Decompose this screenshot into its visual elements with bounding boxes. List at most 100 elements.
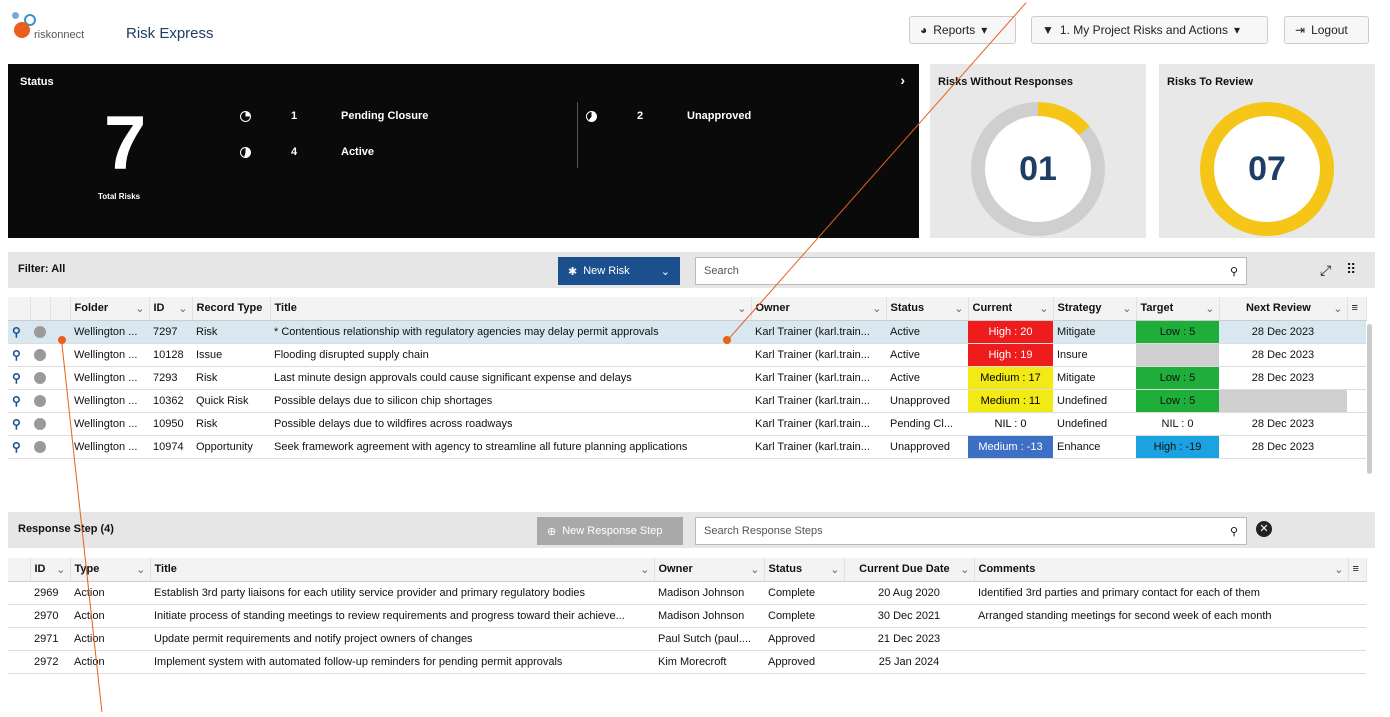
runner-icon[interactable]: ⚲ <box>8 343 30 367</box>
view-filter-button[interactable]: ▼ 1. My Project Risks and Actions ▾ <box>1031 16 1268 44</box>
cell-folder: Wellington ... <box>70 343 149 367</box>
col-title[interactable]: Title ⌄ <box>150 558 655 582</box>
risk-table-scrollbar[interactable] <box>1367 324 1372 474</box>
cell-folder: Wellington ... <box>70 366 149 390</box>
risks-without-responses-card[interactable]: Risks Without Responses 01 <box>930 64 1146 238</box>
grid-icon[interactable]: ⠿ <box>1346 261 1356 278</box>
table-row[interactable]: ⚲ Wellington ... 7297 Risk * Contentious rel… <box>8 320 1366 344</box>
comment-icon[interactable] <box>30 389 50 413</box>
cell-current: Medium : 17 <box>968 366 1053 390</box>
cell-empty <box>1348 604 1366 628</box>
table-row[interactable]: ⚲ Wellington ... 10128 Issue Flooding disrup… <box>8 343 1366 367</box>
cell-id: 10362 <box>149 389 192 413</box>
col-current[interactable]: Current ⌄ <box>968 297 1054 321</box>
cell-id: 10128 <box>149 343 192 367</box>
cell-title: Update permit requirements and notify pr… <box>150 627 654 651</box>
logout-button[interactable]: ⇥ Logout <box>1284 16 1369 44</box>
cell-title: Implement system with automated follow-u… <box>150 650 654 674</box>
table-row[interactable]: ⚲ Wellington ... 10974 Opportunity Seek fram… <box>8 435 1366 459</box>
filter-label: Filter: All <box>18 263 66 275</box>
risk-table-header: Folder ⌄ ID ⌄ Record Type Title ⌄ Owner ⌄ St… <box>8 297 1367 321</box>
column-menu-icon[interactable]: ≡ <box>1348 558 1367 582</box>
status-item-active[interactable]: 4 Active <box>240 142 374 162</box>
new-response-step-button[interactable]: ⊕ New Response Step <box>537 517 683 545</box>
comment-icon[interactable] <box>30 435 50 459</box>
col-strategy[interactable]: Strategy ⌄ <box>1053 297 1137 321</box>
cell-status: Unapproved <box>886 435 968 459</box>
search-icon: ⚲ <box>1229 525 1238 538</box>
col-folder[interactable]: Folder ⌄ <box>70 297 150 321</box>
caret-down-icon: ▾ <box>1233 23 1240 37</box>
table-row[interactable]: 2969ActionEstablish 3rd party liaisons f… <box>8 581 1366 605</box>
table-row[interactable]: 2972 Action Implement system with automate… <box>8 650 1366 674</box>
col-id[interactable]: ID ⌄ <box>30 558 71 582</box>
cell-next-review: 28 Dec 2023 <box>1219 435 1347 459</box>
response-search-input[interactable]: Search Response Steps ⚲ <box>695 517 1247 545</box>
cell-comments <box>974 650 1348 674</box>
cell-folder: Wellington ... <box>70 435 149 459</box>
pie-icon <box>240 146 251 158</box>
pie-icon <box>240 110 251 122</box>
callout-dot <box>723 336 731 344</box>
close-icon[interactable]: ✕ <box>1256 521 1272 537</box>
comment-icon[interactable] <box>30 412 50 436</box>
cell-empty <box>1348 581 1366 605</box>
table-row[interactable]: 2970 Action Initiate process of standing m… <box>8 604 1366 628</box>
cell-target: Low : 5 <box>1136 389 1219 413</box>
col-status[interactable]: Status ⌄ <box>886 297 969 321</box>
cell-next-review: 28 Dec 2023 <box>1219 412 1347 436</box>
col-record-type[interactable]: Record Type <box>192 297 271 321</box>
col-owner[interactable]: Owner ⌄ <box>751 297 887 321</box>
col-next-review[interactable]: Next Review ⌄ <box>1219 297 1348 321</box>
table-row[interactable]: ⚲ Wellington ... 10950 Risk Possible delays … <box>8 412 1366 436</box>
runner-icon[interactable]: ⚲ <box>8 366 30 390</box>
new-risk-button[interactable]: ✱ New Risk ⌄ <box>558 257 680 285</box>
col-title[interactable]: Title ⌄ <box>270 297 752 321</box>
risks-to-review-card[interactable]: Risks To Review 07 <box>1159 64 1375 238</box>
expand-icon[interactable]: ⤢ <box>1320 262 1331 279</box>
runner-icon[interactable]: ⚲ <box>8 389 30 413</box>
cell-folder: Wellington ... <box>70 412 149 436</box>
runner-icon[interactable]: ⚲ <box>8 412 30 436</box>
runner-icon[interactable]: ⚲ <box>8 435 30 459</box>
col-status[interactable]: Status ⌄ <box>764 558 845 582</box>
progress-ring: 01 <box>971 102 1105 236</box>
cell-next-review <box>1219 389 1347 413</box>
cell-due-date: 25 Jan 2024 <box>844 650 974 674</box>
status-item-unapproved[interactable]: 2 Unapproved <box>586 106 751 126</box>
cell-current: NIL : 0 <box>968 412 1053 436</box>
runner-icon[interactable]: ⚲ <box>8 320 30 344</box>
cell-empty <box>8 604 30 628</box>
cell-empty <box>1347 412 1366 436</box>
col-type[interactable]: Type⌄ <box>70 558 151 582</box>
comment-icon[interactable] <box>30 320 50 344</box>
cell-type: Risk <box>192 412 270 436</box>
cell-empty <box>8 650 30 674</box>
cell-status: Approved <box>764 627 844 651</box>
filter-bar: Filter: All ✱ New Risk ⌄ Search ⚲ ⤢ ⠿ <box>8 252 1375 288</box>
column-menu-icon[interactable]: ≡ <box>1347 297 1367 321</box>
col-owner[interactable]: Owner ⌄ <box>654 558 765 582</box>
cell-status: Approved <box>764 650 844 674</box>
divider <box>577 102 578 168</box>
status-item-pending[interactable]: 1 Pending Closure <box>240 106 428 126</box>
col-id[interactable]: ID ⌄ <box>149 297 193 321</box>
cell-status: Pending Cl... <box>886 412 968 436</box>
col-target[interactable]: Target ⌄ <box>1136 297 1220 321</box>
cell-owner: Karl Trainer (karl.train... <box>751 435 886 459</box>
cell-target <box>1136 343 1219 367</box>
table-row[interactable]: ⚲ Wellington ... 10362 Quick Risk Possible d… <box>8 389 1366 413</box>
cell-type: Quick Risk <box>192 389 270 413</box>
comment-icon[interactable] <box>30 343 50 367</box>
search-icon: ⚲ <box>1229 265 1238 278</box>
cell-owner: Paul Sutch (paul.... <box>654 627 764 651</box>
col-due-date[interactable]: Current Due Date ⌄ <box>844 558 975 582</box>
chevron-right-icon[interactable]: › <box>900 72 905 88</box>
table-row[interactable]: ⚲ Wellington ... 7293 Risk Last minute desig… <box>8 366 1366 390</box>
col-comments[interactable]: Comments ⌄ <box>974 558 1349 582</box>
comment-icon[interactable] <box>30 366 50 390</box>
cell-status: Active <box>886 366 968 390</box>
cell-target: High : -19 <box>1136 435 1219 459</box>
cell-empty <box>8 627 30 651</box>
table-row[interactable]: 2971 Action Update permit requirements and… <box>8 627 1366 651</box>
